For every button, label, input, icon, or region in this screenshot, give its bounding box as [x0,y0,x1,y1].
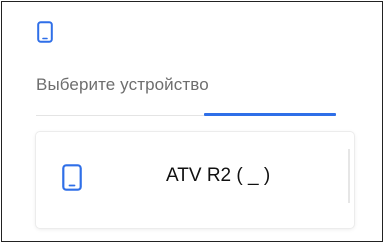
device-name: ATV R2 ( _ ) [166,165,271,186]
tablet-icon [62,164,82,191]
page-title: Выберите устройство [36,75,209,94]
device-picker-panel: Выберите устройство ATV R2 ( _ ) [1,1,383,242]
tablet-icon [37,21,53,43]
device-item[interactable]: ATV R2 ( _ ) [50,149,350,203]
device-list: ATV R2 ( _ ) [36,132,354,228]
active-indicator [204,113,336,116]
